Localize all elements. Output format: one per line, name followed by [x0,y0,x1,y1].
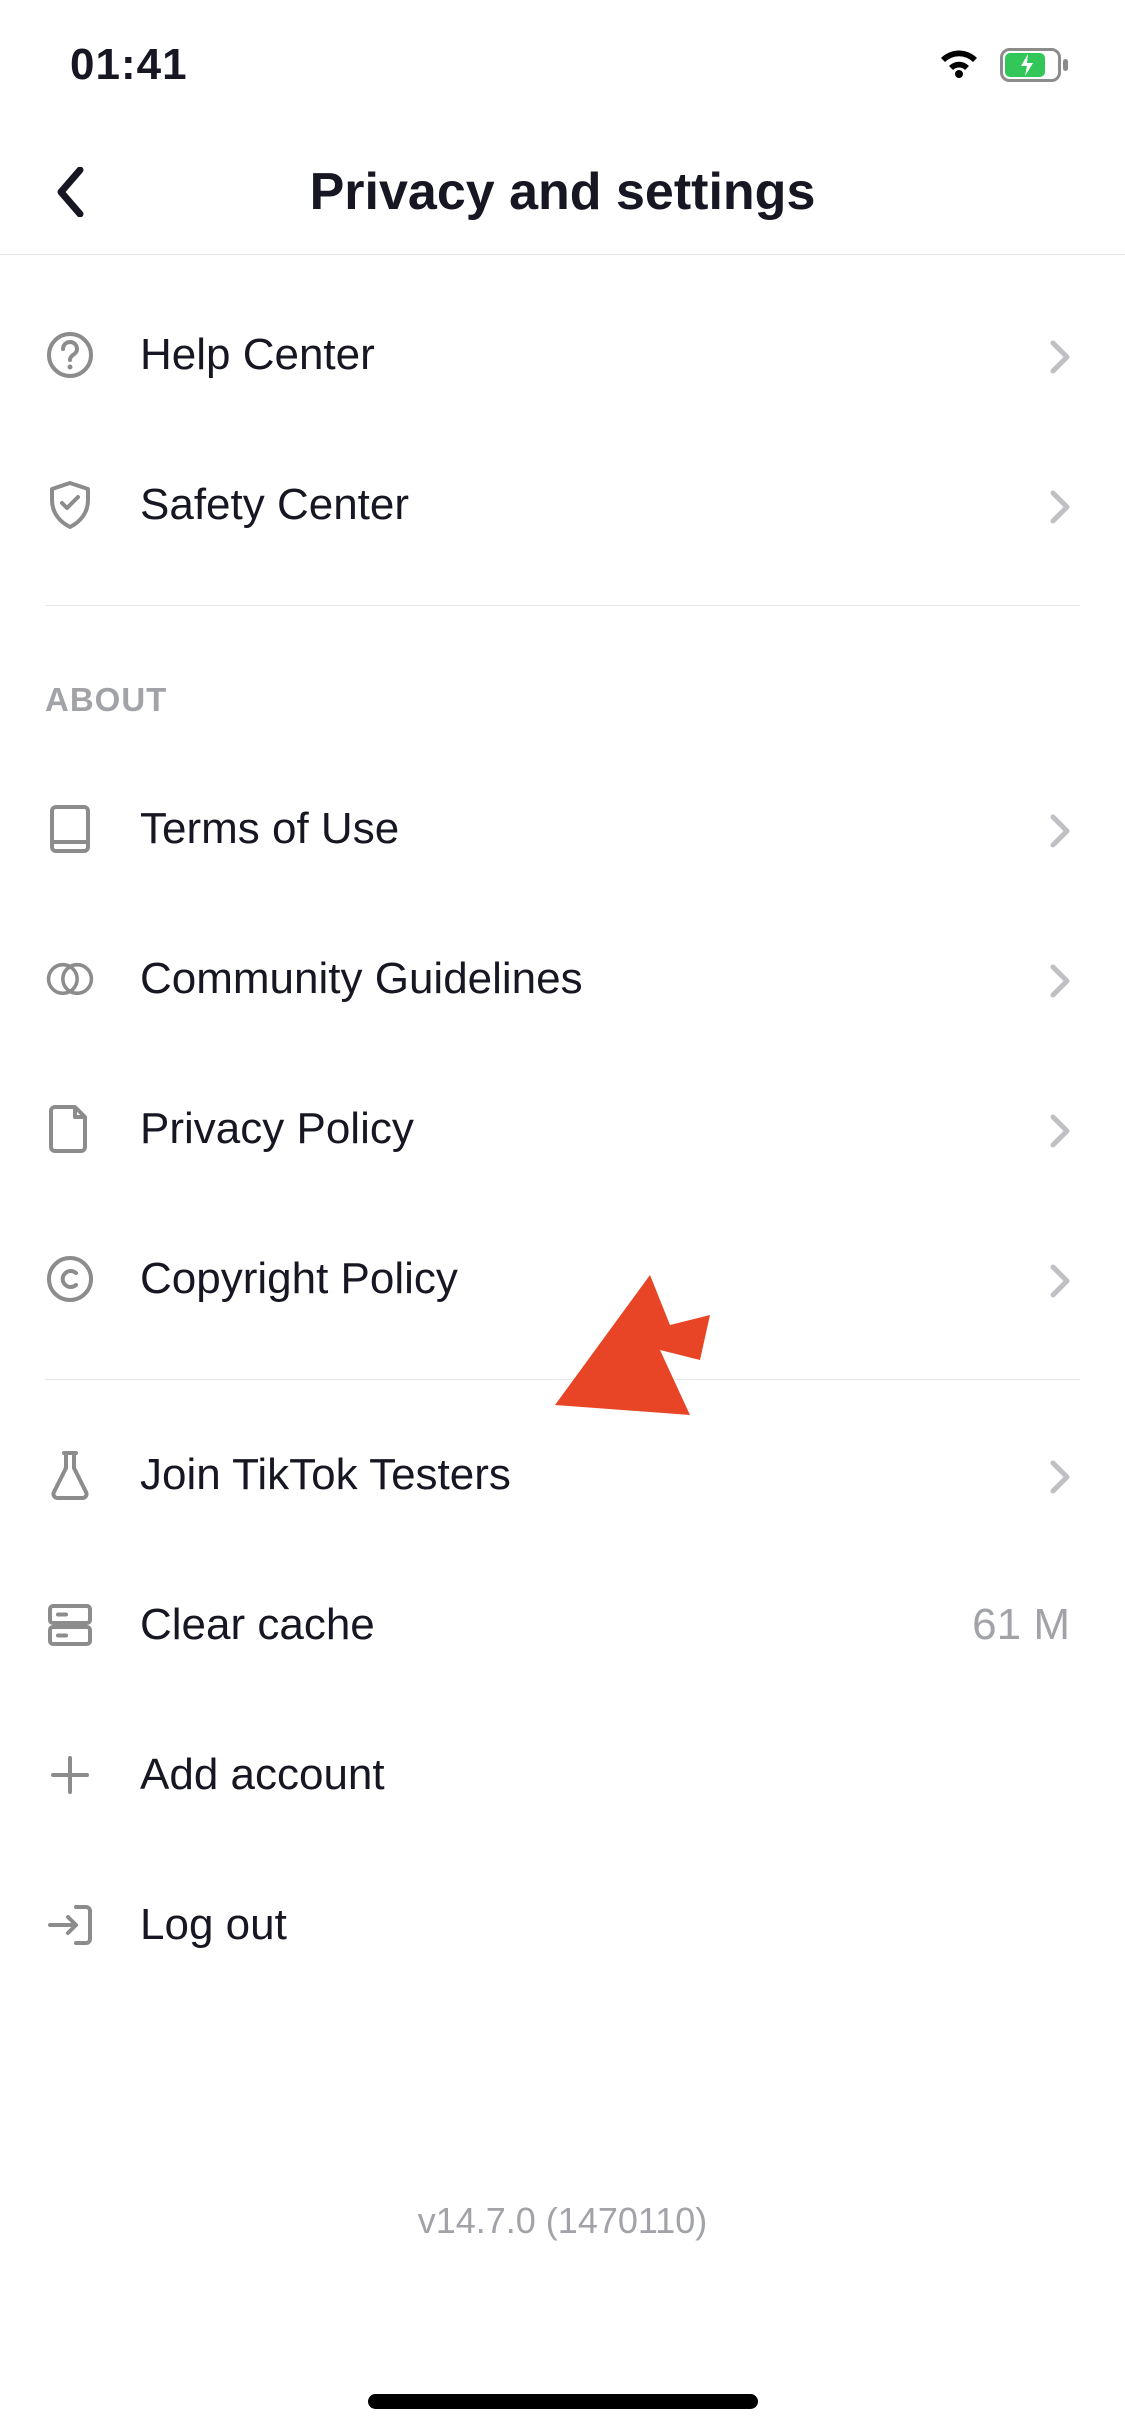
back-button[interactable] [40,162,100,222]
row-label: Community Guidelines [140,954,1050,1004]
chevron-right-icon [1050,1114,1080,1144]
row-privacy-policy[interactable]: Privacy Policy [45,1054,1080,1204]
version-label: v14.7.0 (1470110) [45,2200,1080,2242]
row-label: Join TikTok Testers [140,1450,1050,1500]
help-icon [45,330,95,380]
home-indicator [368,2394,758,2409]
cache-size-value: 61 M [972,1600,1070,1650]
chevron-right-icon [1050,340,1080,370]
chevron-right-icon [1050,1264,1080,1294]
row-label: Safety Center [140,480,1050,530]
row-label: Privacy Policy [140,1104,1050,1154]
chevron-right-icon [1050,490,1080,520]
row-label: Copyright Policy [140,1254,1050,1304]
status-bar: 01:41 [0,0,1125,130]
book-icon [45,804,95,854]
status-icons [936,48,1070,82]
row-community-guidelines[interactable]: Community Guidelines [45,904,1080,1054]
chevron-left-icon [55,167,85,217]
circles-icon [45,954,95,1004]
copyright-icon [45,1254,95,1304]
row-label: Help Center [140,330,1050,380]
chevron-right-icon [1050,814,1080,844]
row-join-tiktok-testers[interactable]: Join TikTok Testers [45,1400,1080,1550]
row-terms-of-use[interactable]: Terms of Use [45,754,1080,904]
chevron-right-icon [1050,964,1080,994]
row-label: Log out [140,1900,1080,1950]
section-header-about: ABOUT [45,606,1080,754]
row-safety-center[interactable]: Safety Center [45,430,1080,580]
row-copyright-policy[interactable]: Copyright Policy [45,1204,1080,1354]
row-label: Add account [140,1750,1080,1800]
server-icon [45,1600,95,1650]
plus-icon [45,1750,95,1800]
row-label: Terms of Use [140,804,1050,854]
page-icon [45,1104,95,1154]
flask-icon [45,1450,95,1500]
status-time: 01:41 [70,40,188,90]
shield-icon [45,480,95,530]
row-label: Clear cache [140,1600,972,1650]
row-help-center[interactable]: Help Center [45,280,1080,430]
page-title: Privacy and settings [310,162,816,222]
battery-charging-icon [1000,48,1070,82]
logout-icon [45,1900,95,1950]
row-add-account[interactable]: Add account [45,1700,1080,1850]
wifi-icon [936,48,982,82]
row-log-out[interactable]: Log out [45,1850,1080,2000]
chevron-right-icon [1050,1460,1080,1490]
row-clear-cache[interactable]: Clear cache 61 M [45,1550,1080,1700]
nav-header: Privacy and settings [0,130,1125,255]
